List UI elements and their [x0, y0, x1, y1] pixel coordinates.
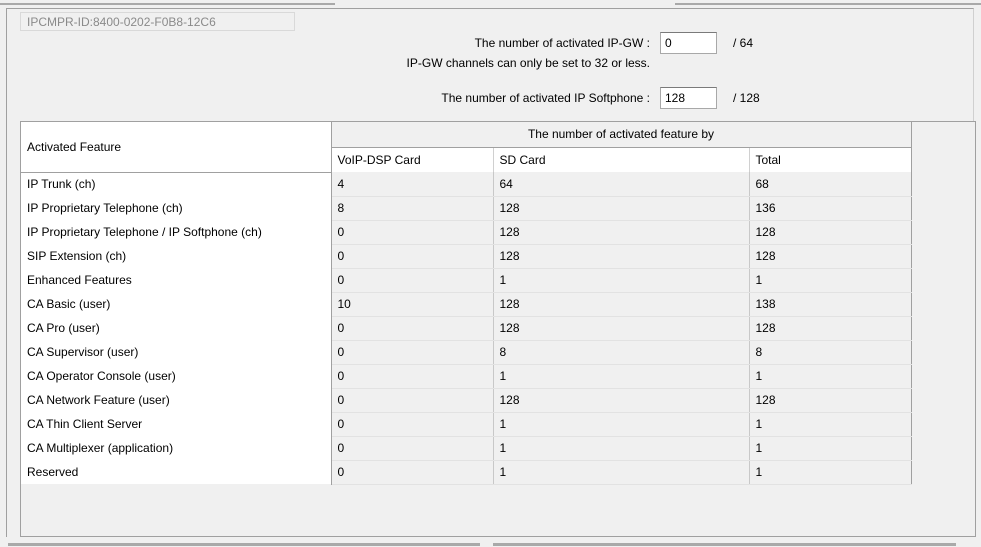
row-sd-value: 128 [493, 244, 750, 269]
table-row[interactable]: IP Proprietary Telephone (ch) 8 128 136 [21, 196, 912, 221]
row-feature-label: IP Proprietary Telephone (ch) [21, 196, 332, 220]
row-voip-value: 0 [331, 364, 494, 389]
ipgw-label: The number of activated IP-GW : [474, 36, 650, 50]
row-total-value: 128 [749, 244, 912, 269]
row-sd-value: 128 [493, 220, 750, 245]
row-feature-label: CA Basic (user) [21, 292, 332, 316]
row-feature-label: CA Multiplexer (application) [21, 436, 332, 460]
row-sd-value: 128 [493, 388, 750, 413]
row-voip-value: 0 [331, 244, 494, 269]
row-voip-value: 0 [331, 316, 494, 341]
ipgw-note: IP-GW channels can only be set to 32 or … [406, 56, 650, 70]
column-header-total: Total [749, 147, 912, 172]
device-id-field: IPCMPR-ID:8400-0202-F0B8-12C6 [20, 12, 295, 31]
row-voip-value: 0 [331, 268, 494, 293]
row-voip-value: 0 [331, 220, 494, 245]
row-total-value: 1 [749, 364, 912, 389]
column-header-feature: Activated Feature [21, 122, 332, 173]
row-sd-value: 64 [493, 172, 750, 197]
row-total-value: 128 [749, 316, 912, 341]
row-sd-value: 1 [493, 412, 750, 437]
row-sd-value: 1 [493, 460, 750, 485]
top-divider-left [0, 3, 335, 5]
top-divider-right [675, 3, 981, 5]
row-total-value: 136 [749, 196, 912, 221]
row-sd-value: 1 [493, 268, 750, 293]
row-voip-value: 4 [331, 172, 494, 197]
table-row[interactable]: IP Trunk (ch) 4 64 68 [21, 172, 912, 197]
row-sd-value: 128 [493, 316, 750, 341]
softphone-label: The number of activated IP Softphone : [441, 91, 650, 105]
row-feature-label: CA Supervisor (user) [21, 340, 332, 364]
softphone-max: / 128 [733, 91, 760, 105]
row-voip-value: 0 [331, 340, 494, 365]
row-total-value: 128 [749, 220, 912, 245]
row-voip-value: 0 [331, 412, 494, 437]
row-feature-label: IP Trunk (ch) [21, 172, 332, 196]
row-feature-label: Reserved [21, 460, 332, 484]
row-voip-value: 0 [331, 460, 494, 485]
feature-table-container: Activated Feature The number of activate… [20, 121, 976, 537]
bottom-bar-left [8, 543, 480, 546]
softphone-count-input[interactable]: 128 [660, 87, 717, 109]
row-sd-value: 1 [493, 436, 750, 461]
ipgw-count-input[interactable]: 0 [660, 32, 717, 54]
table-row[interactable]: CA Basic (user) 10 128 138 [21, 292, 912, 317]
bottom-bar-right [493, 543, 956, 546]
row-feature-label: CA Operator Console (user) [21, 364, 332, 388]
column-header-sd: SD Card [493, 147, 750, 172]
row-sd-value: 1 [493, 364, 750, 389]
row-sd-value: 128 [493, 292, 750, 317]
ipgw-max: / 64 [733, 36, 754, 50]
row-total-value: 138 [749, 292, 912, 317]
table-row[interactable]: Enhanced Features 0 1 1 [21, 268, 912, 293]
row-feature-label: Enhanced Features [21, 268, 332, 292]
table-row[interactable]: CA Operator Console (user) 0 1 1 [21, 364, 912, 389]
row-sd-value: 128 [493, 196, 750, 221]
row-total-value: 68 [749, 172, 912, 197]
table-row[interactable]: CA Multiplexer (application) 0 1 1 [21, 436, 912, 461]
row-feature-label: CA Thin Client Server [21, 412, 332, 436]
table-row[interactable]: CA Pro (user) 0 128 128 [21, 316, 912, 341]
table-row[interactable]: CA Thin Client Server 0 1 1 [21, 412, 912, 437]
column-header-voip: VoIP-DSP Card [331, 147, 494, 172]
row-voip-value: 10 [331, 292, 494, 317]
row-total-value: 1 [749, 460, 912, 485]
row-sd-value: 8 [493, 340, 750, 365]
row-total-value: 1 [749, 436, 912, 461]
row-feature-label: SIP Extension (ch) [21, 244, 332, 268]
row-feature-label: CA Pro (user) [21, 316, 332, 340]
table-row[interactable]: Reserved 0 1 1 [21, 460, 912, 485]
feature-table: Activated Feature The number of activate… [21, 122, 912, 485]
row-voip-value: 0 [331, 388, 494, 413]
row-voip-value: 0 [331, 436, 494, 461]
row-total-value: 8 [749, 340, 912, 365]
row-voip-value: 8 [331, 196, 494, 221]
table-row[interactable]: CA Network Feature (user) 0 128 128 [21, 388, 912, 413]
row-feature-label: IP Proprietary Telephone / IP Softphone … [21, 220, 332, 244]
table-row[interactable]: SIP Extension (ch) 0 128 128 [21, 244, 912, 269]
row-total-value: 1 [749, 412, 912, 437]
row-feature-label: CA Network Feature (user) [21, 388, 332, 412]
column-header-group: The number of activated feature by [331, 122, 912, 148]
table-row[interactable]: CA Supervisor (user) 0 8 8 [21, 340, 912, 365]
row-total-value: 128 [749, 388, 912, 413]
table-row[interactable]: IP Proprietary Telephone / IP Softphone … [21, 220, 912, 245]
row-total-value: 1 [749, 268, 912, 293]
